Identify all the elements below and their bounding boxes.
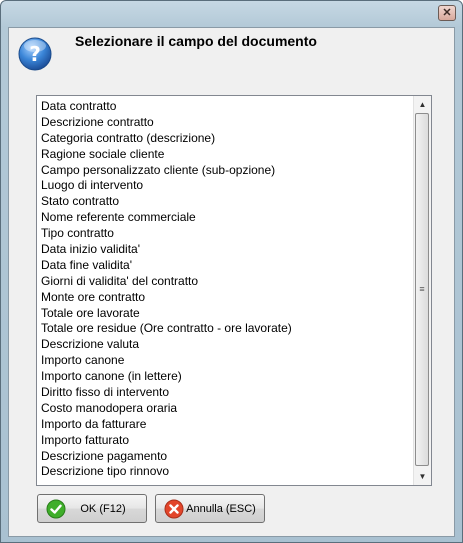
ok-button-label: OK (F12) — [80, 502, 126, 515]
scroll-up-arrow[interactable]: ▲ — [414, 96, 431, 113]
list-item[interactable]: Importo canone — [40, 353, 413, 369]
list-item[interactable]: Categoria contratto (descrizione) — [40, 131, 413, 147]
scroll-down-arrow[interactable]: ▼ — [414, 468, 431, 485]
list-item[interactable]: Descrizione contratto — [40, 115, 413, 131]
list-item[interactable]: Nome referente commerciale — [40, 210, 413, 226]
cancel-x-icon — [164, 499, 184, 518]
list-item[interactable]: Descrizione tipo rinnovo — [40, 464, 413, 480]
list-item[interactable]: Diritto fisso di intervento — [40, 385, 413, 401]
list-item[interactable]: Descrizione pagamento — [40, 449, 413, 465]
list-item[interactable]: Giorni di validita' del contratto — [40, 274, 413, 290]
list-item[interactable]: Campo personalizzato cliente (sub-opzion… — [40, 163, 413, 179]
list-item[interactable]: Importo da fatturare — [40, 417, 413, 433]
list-item[interactable]: Importo canone (in lettere) — [40, 369, 413, 385]
close-icon: ✕ — [442, 6, 452, 19]
question-icon: ? — [18, 37, 52, 71]
field-listbox[interactable]: Data contratto Descrizione contratto Categ… — [36, 95, 432, 486]
list-item[interactable]: Luogo di intervento — [40, 178, 413, 194]
svg-text:?: ? — [29, 42, 41, 66]
list-item[interactable]: Descrizione valuta — [40, 337, 413, 353]
vertical-scrollbar[interactable]: ▲ ≡ ▼ — [413, 96, 431, 485]
cancel-button[interactable]: Annulla (ESC) — [155, 494, 265, 523]
list-item[interactable]: Data contratto — [40, 99, 413, 115]
dialog-client-area: ? Selezionare il campo del documento Dat… — [8, 27, 455, 537]
ok-button[interactable]: OK (F12) — [37, 494, 147, 523]
list-item[interactable]: Totale ore lavorate — [40, 306, 413, 322]
dialog-heading: Selezionare il campo del documento — [75, 33, 317, 49]
grip-icon: ≡ — [419, 284, 425, 294]
list-item[interactable]: Costo manodopera oraria — [40, 401, 413, 417]
title-bar[interactable]: ✕ — [1, 1, 462, 27]
close-button[interactable]: ✕ — [438, 5, 456, 21]
list-item[interactable]: Ragione sociale cliente — [40, 147, 413, 163]
list-items: Data contratto Descrizione contratto Categ… — [40, 99, 413, 480]
list-item[interactable]: Stato contratto — [40, 194, 413, 210]
list-item[interactable]: Monte ore contratto — [40, 290, 413, 306]
list-item[interactable]: Data fine validita' — [40, 258, 413, 274]
scroll-thumb[interactable]: ≡ — [415, 113, 429, 466]
list-item[interactable]: Importo fatturato — [40, 433, 413, 449]
dialog-window: ✕ ? Selezionare il campo del documento D… — [0, 0, 463, 543]
check-icon — [46, 499, 66, 518]
list-item[interactable]: Totale ore residue (Ore contratto - ore … — [40, 321, 413, 337]
cancel-button-label: Annulla (ESC) — [186, 502, 256, 515]
list-item[interactable]: Data inizio validita' — [40, 242, 413, 258]
list-item[interactable]: Tipo contratto — [40, 226, 413, 242]
